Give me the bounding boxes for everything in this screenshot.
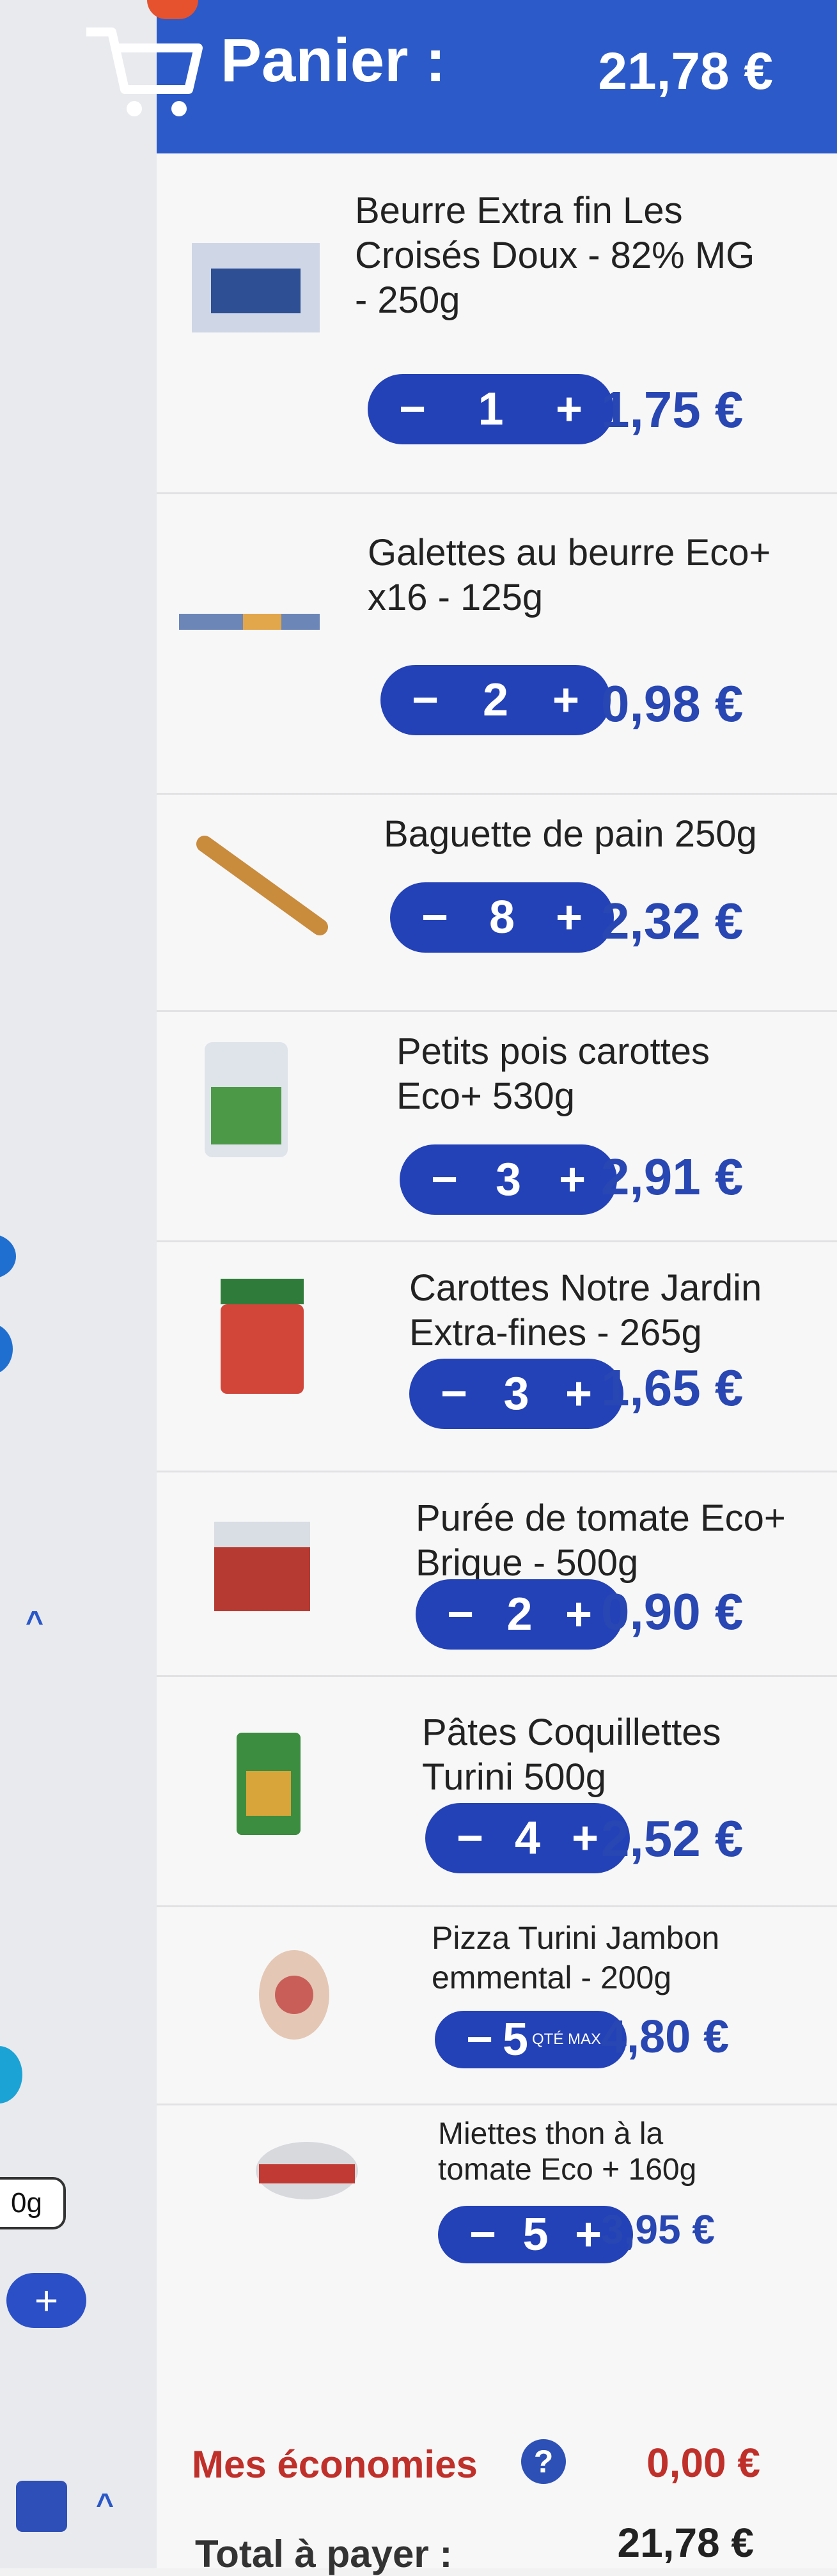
cart-item: Galettes au beurre Eco+ x16 - 125g − 2 +… [157, 492, 837, 795]
quantity-value: 8 [489, 892, 515, 943]
cart-header: Panier : 21,78 € [86, 0, 837, 153]
product-image [179, 614, 320, 630]
cart-item: Petits pois carottes Eco+ 530g − 3 + 2,9… [157, 1010, 837, 1242]
product-name: Purée de tomate Eco+ Brique - 500g [416, 1497, 786, 1584]
decrease-button[interactable]: − [406, 674, 444, 726]
savings-value: 0,00 € [646, 2440, 760, 2486]
product-image [205, 1042, 288, 1157]
increase-button[interactable]: + [566, 1812, 604, 1864]
quantity-value: 5 [502, 2014, 529, 2065]
quantity-value: 2 [506, 1589, 533, 1640]
quantity-value: 5 [522, 2209, 549, 2260]
item-price: 3,95 € [601, 2206, 715, 2252]
cart-icon[interactable] [80, 13, 208, 121]
quantity-value: 1 [478, 384, 504, 435]
cart-item: Beurre Extra fin Les Croisés Doux - 82% … [157, 153, 837, 494]
thermometer-icon[interactable] [0, 2046, 22, 2104]
item-price: 1,65 € [601, 1359, 744, 1416]
decrease-button[interactable]: − [451, 1812, 489, 1864]
product-image [237, 1733, 301, 1835]
product-name: Baguette de pain 250g [384, 813, 757, 855]
cart-title: Panier : [221, 26, 446, 95]
item-price: 2,32 € [601, 893, 744, 949]
decrease-button[interactable]: − [441, 1588, 480, 1641]
quantity-stepper[interactable]: − 1 + [368, 374, 614, 444]
cart-item: Pâtes Coquillettes Turini 500g − 4 + 2,5… [157, 1675, 837, 1907]
weight-field[interactable]: 0g [0, 2177, 66, 2229]
product-image [256, 2142, 358, 2199]
item-price: 2,91 € [601, 1148, 744, 1205]
increase-button[interactable]: + [550, 383, 588, 435]
increase-button[interactable]: + [559, 1368, 598, 1420]
quantity-stepper[interactable]: − 3 + [400, 1144, 617, 1215]
product-name: Petits pois carottes Eco+ 530g [396, 1031, 710, 1117]
cart-item: Pizza Turini Jambon emmental - 200g − 5 … [157, 1905, 837, 2105]
product-image [259, 1950, 329, 2040]
quantity-value: 2 [482, 675, 509, 726]
product-name: Miettes thon à la tomate Eco + 160g [438, 2117, 697, 2187]
decrease-button[interactable]: − [416, 891, 454, 944]
total-label: Total à payer : [195, 2533, 453, 2575]
increase-button[interactable]: + [547, 674, 585, 726]
decrease-button[interactable]: − [435, 1368, 473, 1420]
quantity-value: 3 [503, 1368, 529, 1419]
background-page-fragment: ^ 0g + ^ [0, 0, 157, 2568]
weight-label: 0g [11, 2187, 42, 2219]
increase-button[interactable]: + [553, 1153, 591, 1206]
quantity-stepper[interactable]: − 3 + [409, 1359, 623, 1429]
quantity-value: 3 [495, 1154, 522, 1205]
quantity-value: 4 [514, 1813, 541, 1864]
product-image [221, 1279, 304, 1394]
item-price: 2,52 € [601, 1810, 744, 1867]
product-name: Carottes Notre Jardin Extra-fines - 265g [409, 1267, 762, 1354]
product-image [192, 243, 320, 332]
product-name: Pizza Turini Jambon emmental - 200g [432, 1920, 720, 1995]
product-name: Beurre Extra fin Les Croisés Doux - 82% … [355, 190, 755, 321]
cart-footer: Mes économies ? 0,00 € Total à payer : 2… [157, 2404, 837, 2575]
add-button[interactable]: + [6, 2273, 86, 2328]
quantity-stepper[interactable]: − 8 + [390, 882, 614, 953]
decrease-button[interactable]: − [393, 383, 432, 435]
blue-circle-decoration [0, 1323, 13, 1375]
cart-item: Baguette de pain 250g − 8 + 2,32 € [157, 793, 837, 1012]
cart-panel: Panier : 21,78 € Beurre Extra fin Les Cr… [86, 0, 837, 2575]
item-price: 0,90 € [601, 1583, 744, 1640]
item-price: 4,80 € [601, 2011, 730, 2063]
product-image [214, 1522, 310, 1611]
product-name: Pâtes Coquillettes Turini 500g [422, 1712, 721, 1798]
savings-label: Mes économies [192, 2443, 478, 2486]
chevron-up-icon[interactable]: ^ [96, 2487, 114, 2522]
increase-button[interactable]: + [550, 891, 588, 944]
item-price: 1,75 € [601, 381, 744, 438]
chevron-up-icon[interactable]: ^ [26, 1605, 43, 1640]
item-price: 0,98 € [601, 675, 744, 732]
cart-item: Purée de tomate Eco+ Brique - 500g − 2 +… [157, 1471, 837, 1677]
quantity-stepper[interactable]: − 4 + [425, 1803, 630, 1873]
product-image [196, 836, 328, 935]
decrease-button[interactable]: − [460, 2013, 499, 2066]
plus-icon: + [34, 2277, 59, 2323]
max-quantity-label: QTÉ MAX [531, 2031, 601, 2048]
list-icon[interactable] [16, 2481, 67, 2532]
blue-circle-decoration [0, 1234, 16, 1279]
cart-total: 21,78 € [598, 42, 773, 100]
quantity-stepper[interactable]: − 2 + [416, 1579, 623, 1650]
total-value: 21,78 € [617, 2520, 754, 2566]
product-name: Galettes au beurre Eco+ x16 - 125g [368, 532, 771, 618]
decrease-button[interactable]: − [464, 2208, 502, 2261]
increase-button[interactable]: + [559, 1588, 598, 1641]
quantity-stepper[interactable]: − 2 + [380, 665, 611, 735]
quantity-stepper[interactable]: − 5 QTÉ MAX [435, 2011, 627, 2068]
help-icon[interactable]: ? [521, 2439, 566, 2484]
decrease-button[interactable]: − [425, 1153, 464, 1206]
cart-item: Carottes Notre Jardin Extra-fines - 265g… [157, 1240, 837, 1472]
cart-item: Miettes thon à la tomate Eco + 160g − 5 … [157, 2104, 837, 2404]
